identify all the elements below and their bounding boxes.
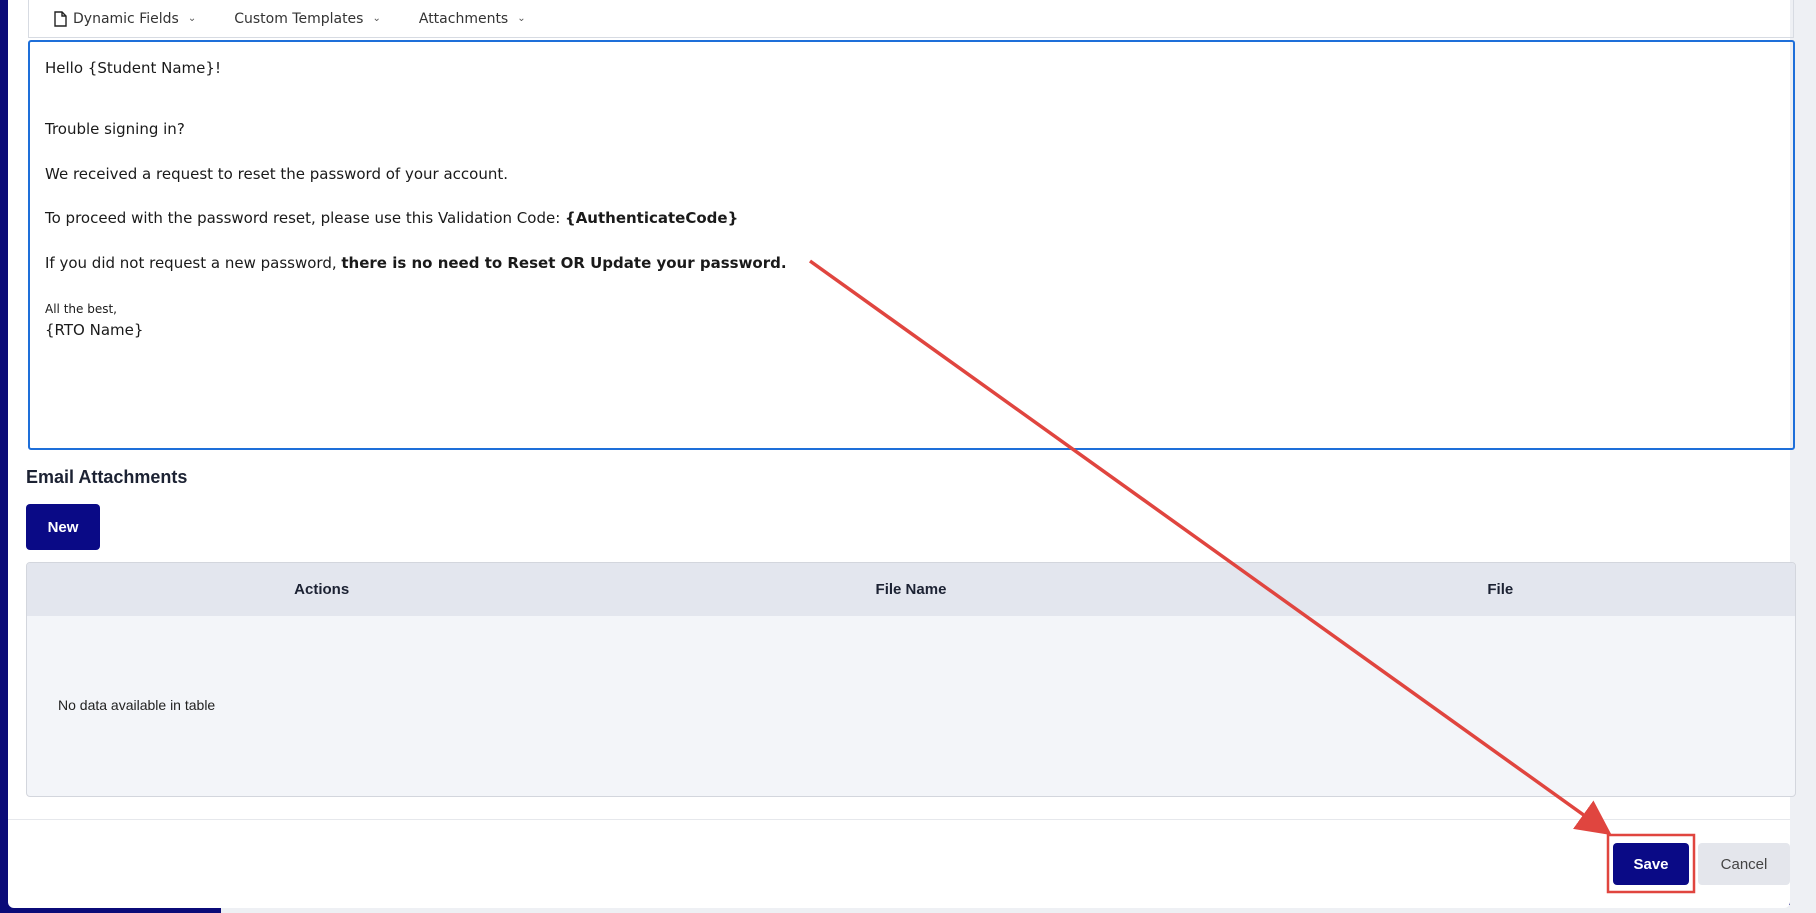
greeting-line: Hello {Student Name}! — [45, 59, 221, 77]
rto-name-line: {RTO Name} — [45, 321, 144, 339]
new-attachment-button[interactable]: New — [26, 504, 100, 550]
email-template-modal: Dynamic Fields ⌄ Custom Templates ⌄ Atta… — [8, 0, 1796, 908]
chevron-down-icon: ⌄ — [517, 13, 526, 24]
editor-toolbar: Dynamic Fields ⌄ Custom Templates ⌄ Atta… — [28, 0, 1794, 38]
document-icon — [54, 10, 67, 27]
empty-table-message: No data available in table — [58, 697, 216, 713]
no-need-bold-text: there is no need to Reset OR Update your… — [341, 254, 787, 272]
save-button[interactable]: Save — [1613, 843, 1689, 885]
attachments-dropdown[interactable]: Attachments ⌄ — [419, 11, 526, 27]
request-line: We received a request to reset the passw… — [45, 165, 509, 183]
no-request-text: If you did not request a new password, — [45, 254, 342, 272]
chevron-down-icon: ⌄ — [187, 13, 197, 24]
custom-templates-label: Custom Templates — [234, 10, 364, 27]
chevron-down-icon: ⌄ — [372, 13, 381, 24]
authenticate-code-field: {AuthenticateCode} — [565, 209, 739, 227]
custom-templates-dropdown[interactable]: Custom Templates ⌄ — [234, 11, 381, 27]
cancel-button[interactable]: Cancel — [1698, 843, 1790, 885]
signoff-line: All the best, — [45, 302, 117, 316]
column-header-file[interactable]: File — [1206, 581, 1795, 598]
validation-line: To proceed with the password reset, plea… — [45, 209, 738, 229]
footer-divider — [8, 819, 1790, 820]
table-header: Actions File Name File — [27, 563, 1795, 616]
dynamic-fields-label: Dynamic Fields — [73, 10, 179, 27]
validation-text: To proceed with the password reset, plea… — [45, 209, 566, 227]
column-header-actions[interactable]: Actions — [27, 581, 616, 598]
email-body-editor[interactable]: Hello {Student Name}! Trouble signing in… — [28, 40, 1795, 450]
no-request-line: If you did not request a new password, t… — [45, 254, 787, 274]
dynamic-fields-dropdown[interactable]: Dynamic Fields ⌄ — [54, 11, 196, 27]
trouble-line: Trouble signing in? — [45, 120, 185, 138]
attachments-label: Attachments — [418, 10, 509, 27]
column-header-file-name[interactable]: File Name — [616, 581, 1205, 598]
attachments-table: Actions File Name File No data available… — [26, 562, 1796, 797]
email-attachments-heading: Email Attachments — [26, 467, 188, 487]
background-sidebar-edge — [0, 0, 8, 913]
